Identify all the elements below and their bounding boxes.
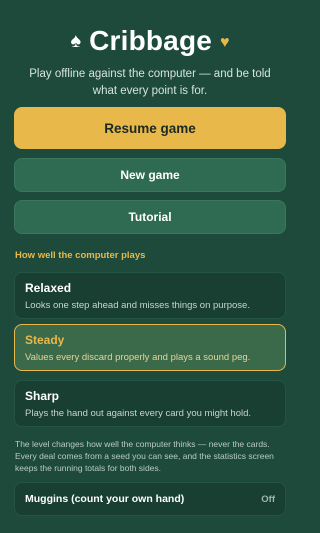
home-screen: ♠ Cribbage ♥ Play offline against the co… — [0, 0, 300, 533]
muggins-value: Off — [261, 493, 275, 505]
app-subtitle: Play offline against the computer — and … — [29, 68, 271, 97]
app-title: Cribbage — [89, 25, 213, 56]
level-name: Sharp — [25, 389, 60, 403]
level-name: Relaxed — [25, 281, 72, 295]
difficulty-heading: How well the computer plays — [15, 250, 146, 261]
level-description: Values every discard properly and plays … — [25, 352, 251, 363]
difficulty-note: The level changes how well the computer … — [15, 439, 274, 473]
level-option-relaxed[interactable]: Relaxed Looks one step ahead and misses … — [14, 272, 286, 319]
level-option-steady[interactable]: Steady Values every discard properly and… — [14, 324, 286, 371]
muggins-label: Muggins (count your own hand) — [25, 493, 185, 505]
new-game-button[interactable]: New game — [14, 158, 286, 192]
spade-icon: ♠ — [70, 30, 82, 52]
level-description: Plays the hand out against every card yo… — [25, 408, 252, 419]
tutorial-button[interactable]: Tutorial — [14, 200, 286, 234]
title-row: ♠ Cribbage ♥ — [0, 24, 300, 58]
resume-game-button[interactable]: Resume game — [14, 107, 286, 149]
level-option-sharp[interactable]: Sharp Plays the hand out against every c… — [14, 380, 286, 427]
level-description: Looks one step ahead and misses things o… — [25, 300, 250, 311]
heart-icon: ♥ — [220, 34, 230, 51]
muggins-toggle[interactable]: Muggins (count your own hand) Off — [14, 482, 286, 516]
level-name: Steady — [25, 333, 65, 347]
